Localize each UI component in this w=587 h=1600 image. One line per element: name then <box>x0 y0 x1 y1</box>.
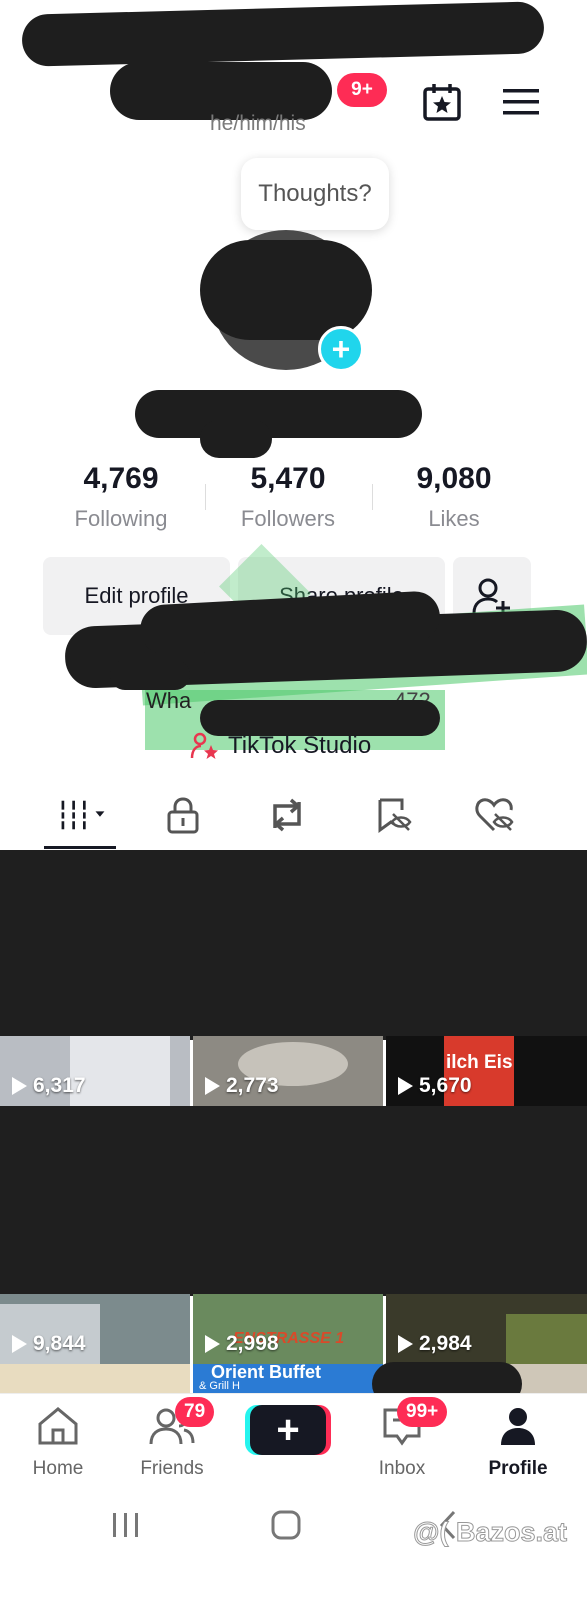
person-star-icon <box>190 732 218 759</box>
video-thumbnail[interactable]: 9,844 <box>0 1294 190 1364</box>
pronouns: he/him/his <box>210 112 306 135</box>
grid-icon <box>58 800 105 830</box>
redaction-bio-4 <box>110 660 190 690</box>
stat-likes-label: Likes <box>428 506 480 531</box>
video-thumbnail[interactable]: ilch Eis 5,670 <box>386 1036 587 1106</box>
tab-private[interactable] <box>158 792 208 838</box>
view-count-value: 6,317 <box>33 1074 86 1097</box>
stat-following-label: Following <box>74 506 168 531</box>
redaction-video-grid-2 <box>0 1106 587 1296</box>
play-icon <box>205 1077 220 1095</box>
nav-home[interactable]: Home <box>8 1406 108 1480</box>
hamburger-menu-icon[interactable] <box>500 86 542 118</box>
video-thumbnail[interactable]: ENSTRASSE 1 2,998 <box>193 1294 383 1364</box>
play-icon <box>205 1335 220 1353</box>
redaction-display-name-2 <box>200 420 272 458</box>
view-count: 2,773 <box>205 1074 279 1098</box>
thumbnail-text: ilch Eis <box>446 1052 513 1073</box>
video-thumbnail[interactable]: 2,773 <box>193 1036 383 1106</box>
redaction-display-name <box>135 390 422 438</box>
stat-likes[interactable]: 9,080 Likes <box>374 462 534 532</box>
tiktok-studio-link[interactable]: TikTok Studio <box>190 730 371 762</box>
heart-hidden-icon <box>475 798 514 832</box>
stat-followers[interactable]: 5,470 Followers <box>208 462 368 532</box>
inbox-badge: 99+ <box>397 1397 448 1427</box>
view-count-value: 2,984 <box>419 1332 472 1355</box>
tab-videos[interactable] <box>58 792 108 838</box>
view-count: 2,984 <box>398 1332 472 1356</box>
view-count-value: 2,998 <box>226 1332 279 1355</box>
tab-favorites[interactable] <box>368 792 418 838</box>
watermark: @( Bazos.at <box>413 1517 568 1548</box>
play-icon <box>398 1335 413 1353</box>
repost-icon <box>273 798 301 832</box>
profile-icon <box>501 1408 535 1445</box>
add-story-plus-icon[interactable]: + <box>318 326 364 372</box>
notification-badge[interactable]: 9+ <box>337 73 387 107</box>
bio-partial-text: Wha <box>146 688 192 713</box>
video-thumbnail[interactable]: 2,984 <box>386 1294 587 1364</box>
redaction-video-grid-1 <box>0 850 587 1040</box>
home-icon <box>38 1407 78 1445</box>
nav-profile-label: Profile <box>488 1458 548 1479</box>
stat-following[interactable]: 4,769 Following <box>41 462 201 532</box>
stat-following-value: 4,769 <box>83 462 159 495</box>
thumbnail-subtext: & Grill H <box>199 1380 240 1392</box>
video-thumbnail[interactable]: Orient Buffet & Grill H <box>193 1364 383 1394</box>
stat-likes-value: 9,080 <box>416 462 492 495</box>
video-thumbnail[interactable] <box>0 1364 190 1394</box>
bookmark-hidden-icon <box>378 798 412 833</box>
thoughts-bubble[interactable]: Thoughts? <box>241 158 389 230</box>
nav-friends-label: Friends <box>140 1458 204 1479</box>
view-count: 9,844 <box>12 1332 86 1356</box>
stat-followers-label: Followers <box>240 506 336 531</box>
nav-inbox-label: Inbox <box>378 1458 426 1479</box>
create-button[interactable]: + <box>250 1405 326 1455</box>
tab-reposts[interactable] <box>262 792 312 838</box>
redaction-status-bar <box>21 1 545 67</box>
home-button-icon[interactable] <box>270 1509 302 1541</box>
view-count: 6,317 <box>12 1074 86 1098</box>
view-count-value: 5,670 <box>419 1074 472 1097</box>
view-count-value: 2,773 <box>226 1074 279 1097</box>
recent-apps-icon[interactable] <box>110 1511 142 1539</box>
redaction-avatar <box>200 240 372 340</box>
nav-profile[interactable]: Profile <box>468 1406 568 1480</box>
view-count: 5,670 <box>398 1074 472 1098</box>
active-tab-indicator <box>44 846 116 849</box>
play-icon <box>12 1077 27 1095</box>
friends-badge: 79 <box>175 1397 215 1427</box>
view-count-value: 9,844 <box>33 1332 86 1355</box>
divider <box>372 484 373 510</box>
lock-icon <box>167 797 199 834</box>
tab-liked[interactable] <box>470 792 520 838</box>
tiktok-studio-label: TikTok Studio <box>228 732 372 759</box>
play-icon <box>12 1335 27 1353</box>
play-icon <box>398 1077 413 1095</box>
calendar-star-icon[interactable] <box>420 82 464 122</box>
view-count: 2,998 <box>205 1332 279 1356</box>
video-thumbnail[interactable]: 6,317 <box>0 1036 190 1106</box>
divider <box>205 484 206 510</box>
stat-followers-value: 5,470 <box>250 462 326 495</box>
nav-home-label: Home <box>32 1458 84 1479</box>
